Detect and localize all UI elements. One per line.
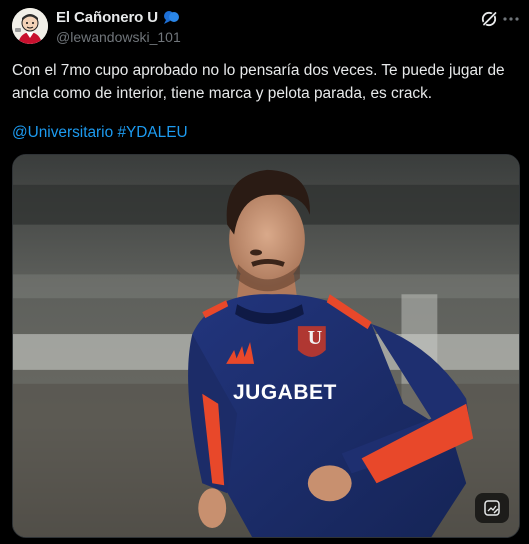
mention-link[interactable]: @Universitario bbox=[12, 124, 113, 141]
tweet-photo[interactable]: U JUGABET bbox=[12, 154, 520, 538]
tweet-tags: @Universitario #YDALEU bbox=[12, 124, 188, 142]
hashtag-link[interactable]: #YDALEU bbox=[117, 124, 187, 141]
author-handle[interactable]: @lewandowski_101 bbox=[56, 29, 181, 45]
tweet-card: El Cañonero U @lewandowski_101 Con el 7m… bbox=[0, 0, 529, 544]
speech-bubble-icon bbox=[163, 10, 180, 25]
author-avatar[interactable] bbox=[12, 8, 48, 44]
cartoon-avatar-icon bbox=[12, 8, 48, 44]
crest-letter: U bbox=[307, 327, 323, 349]
alt-text-icon bbox=[484, 500, 500, 516]
alt-text-button[interactable] bbox=[475, 493, 509, 523]
tweet-text: Con el 7mo cupo aprobado no lo pensaría … bbox=[12, 62, 505, 102]
grok-icon[interactable] bbox=[480, 10, 498, 28]
player-photo bbox=[13, 155, 519, 537]
author-display-name[interactable]: El Cañonero U bbox=[56, 9, 158, 26]
more-dots-icon[interactable] bbox=[501, 10, 521, 28]
sponsor-text: JUGABET bbox=[233, 381, 337, 404]
